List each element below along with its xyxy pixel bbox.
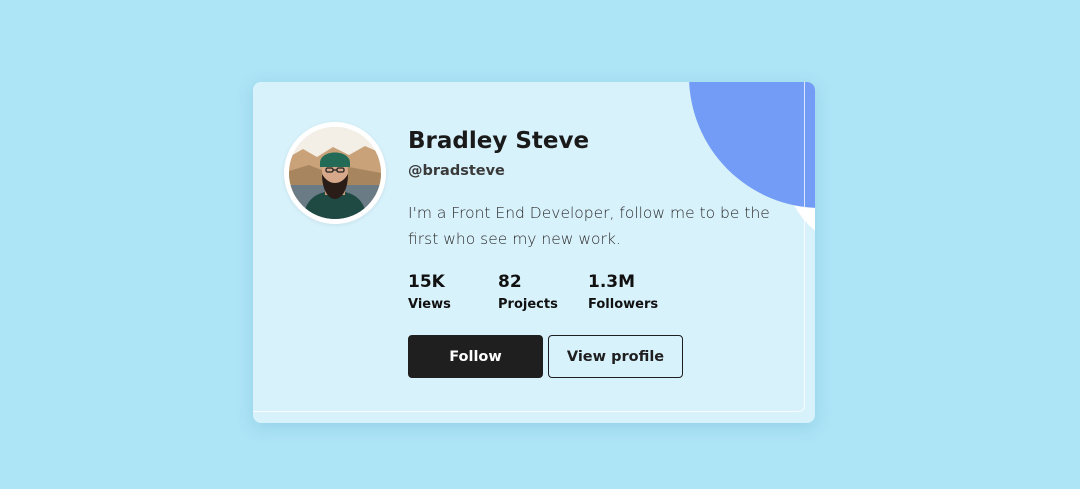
- avatar-photo: [289, 127, 381, 219]
- profile-handle: @bradsteve: [408, 163, 505, 179]
- profile-bio: I'm a Front End Developer, follow me to …: [408, 204, 770, 248]
- profile-name: Bradley Steve: [408, 128, 590, 154]
- follow-button[interactable]: Follow: [408, 335, 543, 378]
- stat-value: 82: [498, 272, 522, 292]
- stat-views: 15K Views: [408, 272, 451, 312]
- stat-label: Projects: [498, 297, 558, 312]
- stat-projects: 82 Projects: [498, 272, 558, 312]
- stat-label: Views: [408, 297, 451, 312]
- stat-label: Followers: [588, 297, 659, 312]
- profile-card: Bradley Steve @bradsteve I'm a Front End…: [253, 82, 815, 423]
- stat-followers: 1.3M Followers: [588, 272, 658, 312]
- avatar: [284, 122, 386, 224]
- view-profile-button[interactable]: View profile: [548, 335, 683, 378]
- decorative-blue-circle: [689, 82, 815, 208]
- stat-value: 15K: [408, 272, 445, 292]
- stat-value: 1.3M: [588, 272, 636, 292]
